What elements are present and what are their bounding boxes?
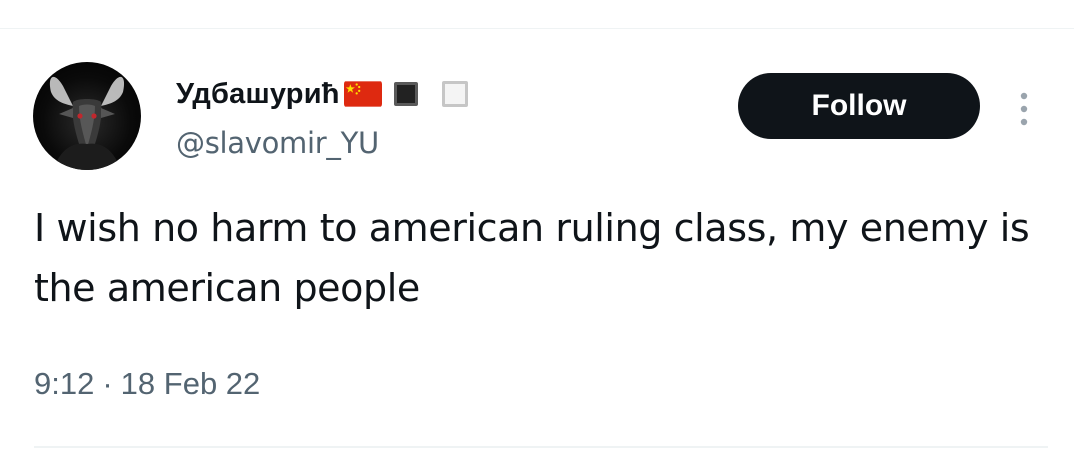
tweet-timestamp[interactable]: 9:12 · 18 Feb 22: [34, 366, 260, 402]
display-name[interactable]: Удбашурић: [176, 78, 340, 111]
tweet-date: 18 Feb 22: [120, 366, 261, 401]
follow-button[interactable]: Follow: [738, 73, 980, 139]
tweet-text: I wish no harm to american ruling class,…: [34, 206, 1030, 310]
user-handle[interactable]: @slavomir_YU: [176, 126, 379, 160]
display-name-row: Удбашурић: [176, 74, 468, 114]
china-flag-icon: [343, 80, 382, 108]
tweet-time: 9:12: [34, 366, 95, 401]
avatar[interactable]: [33, 62, 141, 170]
timestamp-separator: ·: [102, 366, 113, 401]
black-square-icon: [393, 82, 418, 106]
goat-head-avatar-icon: [49, 76, 125, 170]
more-options-icon[interactable]: [1012, 90, 1036, 130]
bottom-divider: [34, 446, 1048, 448]
top-divider: [0, 28, 1074, 29]
white-square-icon: [441, 81, 468, 107]
